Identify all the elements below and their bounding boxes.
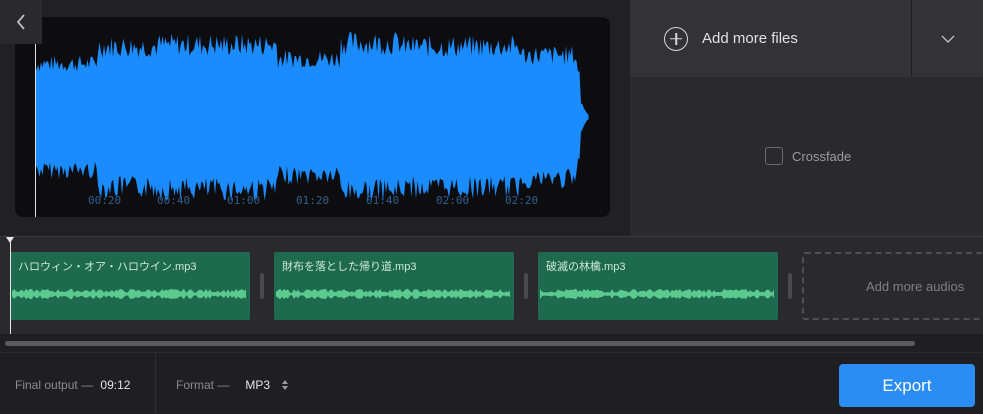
clip-drag-handle[interactable]: [524, 273, 528, 299]
audio-clip[interactable]: ハロウィン・オア・ハロウイン.mp3: [10, 252, 250, 320]
clip-name: ハロウィン・オア・ハロウイン.mp3: [18, 261, 197, 273]
waveform-cursor: [35, 17, 36, 217]
waveform-panel: 00:20 00:40 01:00 01:20 01:40 02:00 02:2…: [0, 0, 630, 236]
playhead-handle[interactable]: [6, 237, 14, 243]
clip-drag-handle[interactable]: [788, 273, 792, 299]
timeline[interactable]: ハロウィン・オア・ハロウイン.mp3 財布を落とした帰り道.mp3 破滅の林檎.…: [0, 236, 983, 334]
back-button[interactable]: [0, 0, 42, 44]
add-more-files-button[interactable]: Add more files: [630, 0, 911, 77]
checkbox-box[interactable]: [765, 147, 783, 165]
divider: [155, 353, 156, 414]
crossfade-label: Crossfade: [792, 148, 852, 164]
waveform-display[interactable]: 00:20 00:40 01:00 01:20 01:40 02:00 02:2…: [15, 17, 610, 217]
add-more-files-label: Add more files: [702, 30, 798, 47]
audio-joiner-app: 00:20 00:40 01:00 01:20 01:40 02:00 02:2…: [0, 0, 983, 414]
final-output-label: Final output —: [15, 378, 94, 392]
export-button[interactable]: Export: [839, 364, 975, 407]
waveform-graphic: [35, 31, 589, 203]
plus-circle-icon: [664, 26, 688, 51]
audio-clip[interactable]: 破滅の林檎.mp3: [538, 252, 778, 320]
bottom-bar: Final output — 09:12 Format — MP3 Export: [0, 352, 983, 414]
up-down-arrows-icon: [282, 380, 289, 390]
final-output: Final output — 09:12: [15, 378, 130, 392]
time-label: 02:20: [505, 194, 539, 207]
chevron-down-icon: [941, 35, 954, 43]
crossfade-checkbox[interactable]: Crossfade: [765, 147, 851, 165]
time-label: 00:40: [157, 194, 191, 207]
timeline-scrollbar[interactable]: [0, 334, 983, 352]
clip-waveform: [276, 288, 510, 300]
playhead[interactable]: [10, 237, 11, 334]
time-label: 01:40: [366, 194, 400, 207]
format-label: Format —: [176, 378, 230, 392]
time-label: 00:20: [88, 194, 122, 207]
format-select[interactable]: Format — MP3: [176, 378, 289, 392]
audio-clip[interactable]: 財布を落とした帰り道.mp3: [274, 252, 514, 320]
clip-name: 財布を落とした帰り道.mp3: [282, 261, 417, 273]
clip-name: 破滅の林檎.mp3: [546, 261, 626, 273]
time-label: 01:20: [296, 194, 330, 207]
add-files-dropdown-button[interactable]: [911, 0, 983, 77]
add-more-audios-label: Add more audios: [866, 278, 965, 294]
options-panel: Add more files Crossfade: [630, 0, 983, 236]
clip-waveform: [12, 288, 246, 300]
final-output-duration: 09:12: [100, 378, 131, 392]
clip-drag-handle[interactable]: [260, 273, 264, 299]
add-more-audios-button[interactable]: Add more audios: [802, 252, 983, 320]
time-label: 02:00: [436, 194, 470, 207]
time-label: 01:00: [227, 194, 261, 207]
format-value: MP3: [245, 378, 271, 392]
chevron-left-icon: [16, 14, 25, 30]
scrollbar-thumb[interactable]: [5, 341, 915, 346]
clip-waveform: [540, 288, 774, 300]
